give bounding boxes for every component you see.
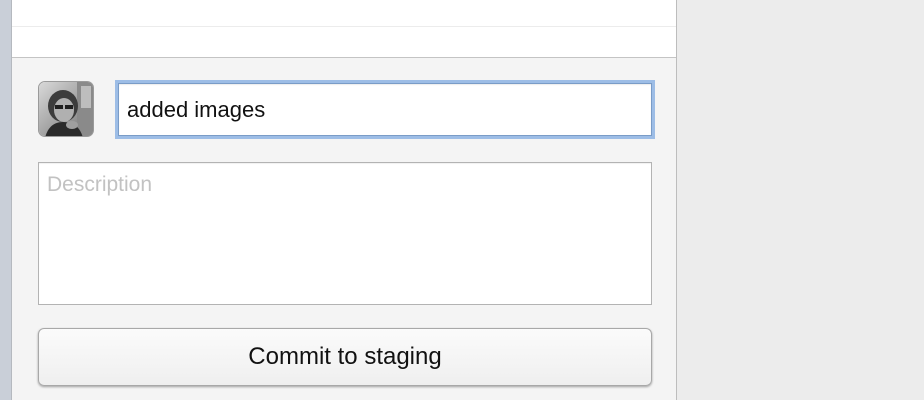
list-divider (12, 26, 676, 27)
commit-summary-input[interactable] (118, 83, 652, 136)
changed-files-list[interactable] (12, 0, 676, 58)
app-window: Commit to staging (0, 0, 924, 400)
user-photo-icon (39, 82, 93, 136)
commit-button[interactable]: Commit to staging (38, 328, 652, 386)
commit-description-field[interactable] (38, 162, 652, 305)
user-avatar-icon (38, 81, 94, 137)
sidebar-edge (0, 0, 12, 400)
commit-panel: Commit to staging (12, 0, 677, 400)
